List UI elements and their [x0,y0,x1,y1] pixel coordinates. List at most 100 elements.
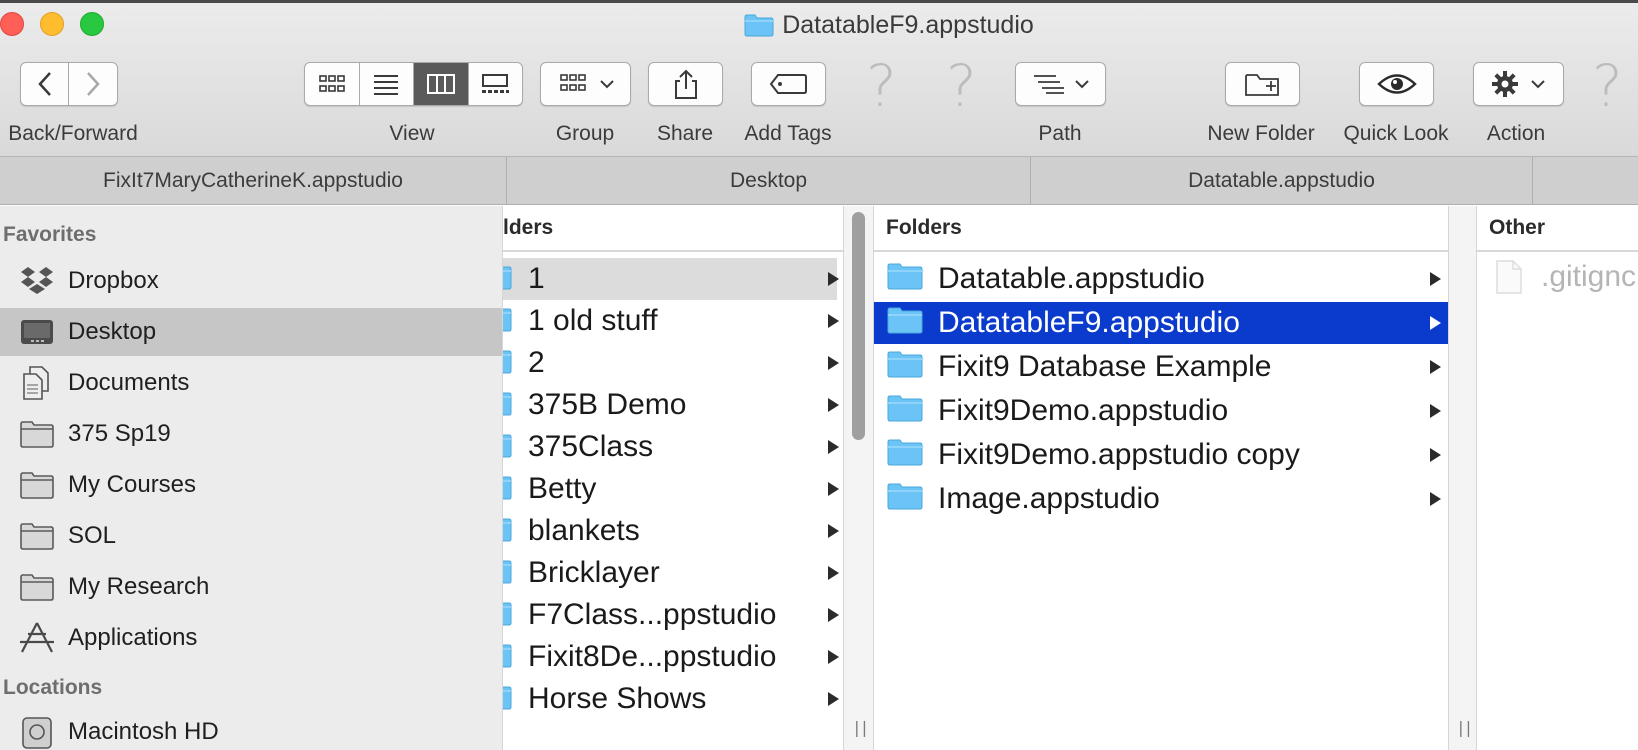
folder-row[interactable]: Image.appstudio [874,478,1448,520]
folder-icon [886,393,924,428]
folder-icon [886,261,924,296]
columns-icon [426,74,455,94]
screen-top-edge [0,0,1638,3]
disclosure-arrow-icon [828,314,839,328]
list-icon [374,75,399,95]
sidebar-item-sol[interactable]: SOL [0,512,502,560]
favorites-heading: Favorites [3,223,97,246]
folder-row[interactable]: F7Class...ppstudio [503,594,839,636]
disclosure-arrow-icon [828,272,839,286]
folder-name: 1 [528,262,545,295]
list-item[interactable]: .gitignc [1477,256,1638,298]
sidebar-item-macintosh-hd[interactable]: Macintosh HD [0,708,502,750]
folder-row[interactable]: DatatableF9.appstudio [874,302,1448,344]
folder-row[interactable]: blankets [503,510,839,552]
gear-icon [1492,71,1518,97]
dropbox-icon [18,263,56,299]
list-view-button[interactable] [360,63,414,105]
folder-row[interactable]: Fixit9Demo.appstudio [874,390,1448,432]
folder-icon [503,513,513,548]
folder-icon [18,518,56,554]
group-button[interactable] [540,62,631,106]
folder-icon [503,429,513,464]
folder-icon [503,303,513,338]
sidebar-item-my-research[interactable]: My Research [0,563,502,611]
window-title: DatatableF9.appstudio [0,10,1638,40]
view-label: View [389,122,435,145]
action-button[interactable] [1473,62,1564,106]
folder-name: blankets [528,514,640,547]
column-view-button[interactable] [414,63,469,105]
folder-row[interactable]: Betty [503,468,839,510]
column-datatablef9: Other .gitignc [1477,206,1638,750]
group-label: Group [555,122,615,145]
share-button[interactable] [648,62,723,106]
disclosure-arrow-icon [1430,404,1441,418]
folder-icon [886,481,924,516]
folder-row[interactable]: Fixit9 Database Example [874,346,1448,388]
folder-row[interactable]: Bricklayer [503,552,839,594]
folder-row[interactable]: 375B Demo [503,384,839,426]
tab-datatable[interactable]: Datatable.appstudio [1031,157,1533,205]
folder-row[interactable]: Horse Shows [503,678,839,720]
folder-icon [503,681,513,716]
folder-name: Fixit9Demo.appstudio [938,394,1229,427]
folder-icon [503,387,513,422]
path-label: Path [1038,122,1082,145]
new-folder-button[interactable] [1225,62,1300,106]
sidebar-item-label: SOL [68,522,117,549]
column-divider[interactable]: || [1448,206,1477,750]
desktop-icon [18,314,56,350]
sidebar-item-my-courses[interactable]: My Courses [0,461,502,509]
folder-name: 1 old stuff [528,304,658,337]
resize-handle[interactable]: || [852,718,869,737]
gallery-icon [482,74,510,93]
applications-icon [18,620,56,656]
icon-view-button[interactable] [305,63,360,105]
sidebar-item-dropbox[interactable]: Dropbox [0,257,502,305]
sidebar-item-375-sp19[interactable]: 375 Sp19 [0,410,502,458]
forward-button[interactable] [69,63,117,105]
sidebar-item-applications[interactable]: Applications [0,614,502,662]
folder-icon [503,597,513,632]
sidebar-item-desktop[interactable]: Desktop [0,308,502,356]
grid-icon [318,75,345,92]
folder-row[interactable]: Fixit8De...ppstudio [503,636,839,678]
scrollbar-thumb[interactable] [852,212,865,440]
new-folder-icon [1244,74,1279,96]
folder-name: 375B Demo [528,388,687,421]
disclosure-arrow-icon [828,440,839,454]
disclosure-arrow-icon [828,566,839,580]
sidebar-item-documents[interactable]: Documents [0,359,502,407]
gallery-view-button[interactable] [469,63,523,105]
folder-row[interactable]: 1 [503,258,839,300]
tab-fixit7[interactable]: FixIt7MaryCatherineK.appstudio [0,157,507,205]
folder-row[interactable]: Fixit9Demo.appstudio copy [874,434,1448,476]
folder-icon [503,471,513,506]
disclosure-arrow-icon [1430,448,1441,462]
disclosure-arrow-icon [1430,360,1441,374]
column-heading: lders [503,206,843,252]
column-heading: Folders [874,206,1448,252]
folder-icon [18,416,56,452]
sidebar-item-label: Applications [68,624,198,651]
file-name: .gitignc [1541,260,1637,293]
folder-icon [503,261,513,296]
folder-row[interactable]: 2 [503,342,839,384]
disclosure-arrow-icon [828,482,839,496]
sidebar-item-label: Desktop [68,318,157,345]
group-icon [560,74,586,91]
add-tags-button[interactable] [751,62,826,106]
resize-handle[interactable]: || [1456,718,1473,737]
tab-desktop[interactable]: Desktop [507,157,1031,205]
chevron-right-icon [87,72,100,96]
disk-icon [18,714,56,750]
disclosure-arrow-icon [828,692,839,706]
sidebar-item-label: Macintosh HD [68,718,219,745]
quick-look-button[interactable] [1359,62,1434,106]
back-button[interactable] [21,63,70,105]
folder-row[interactable]: 1 old stuff [503,300,839,342]
folder-row[interactable]: Datatable.appstudio [874,258,1448,300]
folder-row[interactable]: 375Class [503,426,839,468]
path-button[interactable] [1015,62,1106,106]
